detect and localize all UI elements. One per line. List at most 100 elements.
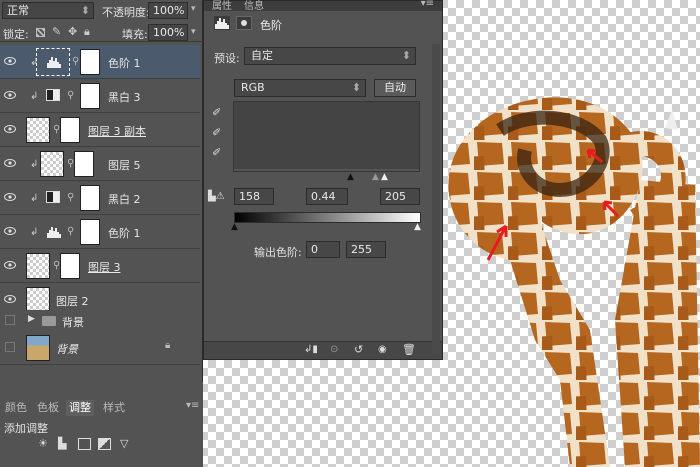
- eye-icon[interactable]: [4, 191, 16, 203]
- mask-toggle-icon[interactable]: [236, 16, 252, 30]
- input-black-field[interactable]: 158: [234, 188, 274, 205]
- channel-select[interactable]: RGB ⬍: [234, 79, 366, 97]
- preset-select[interactable]: 自定 ⬍: [244, 47, 416, 65]
- layer-thumb: [26, 117, 50, 143]
- layer-mask-thumb: [80, 185, 100, 211]
- levels-adjust-icon[interactable]: ▙: [58, 437, 66, 450]
- input-gamma-field[interactable]: 0.44: [306, 188, 348, 205]
- eye-icon[interactable]: [4, 157, 16, 169]
- chain-link-icon[interactable]: ⚲: [67, 192, 74, 203]
- chevron-down-icon[interactable]: ▾: [191, 4, 196, 14]
- input-gamma-value: 0.44: [311, 190, 336, 203]
- tab-properties[interactable]: 属性: [212, 0, 232, 12]
- layers-top-bar: 正常 ⬍ 不透明度: 100% ▾: [0, 1, 203, 21]
- input-black-slider-icon[interactable]: ▲: [347, 172, 354, 182]
- panel-menu-icon[interactable]: ▾≡: [186, 400, 199, 411]
- eye-icon[interactable]: [4, 293, 16, 305]
- output-black-slider-icon[interactable]: ▲: [231, 222, 238, 232]
- output-white-field[interactable]: 255: [346, 241, 386, 258]
- layer-row[interactable]: ↲ ⚲ 图层 5: [0, 147, 200, 181]
- eye-icon[interactable]: [4, 89, 16, 101]
- group-row[interactable]: ▶ 背景: [0, 310, 200, 332]
- layer-name: 背景: [62, 316, 84, 329]
- layer-name: 黑白 2: [108, 193, 141, 206]
- visibility-empty-box[interactable]: [5, 315, 15, 325]
- layer-row[interactable]: ↲ ⚲ 色阶 1: [0, 215, 200, 249]
- layer-row[interactable]: ⚲ 图层 3 副本: [0, 113, 200, 147]
- auto-button[interactable]: 自动: [374, 79, 416, 97]
- eye-icon[interactable]: [4, 123, 16, 135]
- lock-brush-icon[interactable]: ✎: [52, 25, 61, 38]
- opacity-value: 100%: [153, 4, 185, 17]
- exposure-icon[interactable]: [98, 438, 111, 450]
- layer-thumb: [26, 253, 50, 279]
- chevron-down-icon[interactable]: ▾: [191, 27, 196, 37]
- curves-icon[interactable]: [78, 438, 91, 450]
- black-eyedropper-icon[interactable]: ✐: [212, 106, 221, 119]
- layer-name: 图层 3: [88, 261, 121, 274]
- opacity-input[interactable]: 100%: [148, 2, 188, 19]
- layer-name: 色阶 1: [108, 227, 141, 240]
- lock-move-icon[interactable]: ✥: [68, 25, 77, 38]
- chain-link-icon[interactable]: ⚲: [72, 56, 79, 67]
- input-white-value: 205: [385, 190, 406, 203]
- disclosure-triangle-icon[interactable]: ▶: [28, 314, 35, 324]
- annotation-arrow-icon: [486, 224, 508, 261]
- white-eyedropper-icon[interactable]: ✐: [212, 146, 221, 159]
- visibility-empty-box[interactable]: [5, 342, 15, 352]
- input-white-slider-icon[interactable]: ▲: [381, 172, 388, 182]
- tab-adjustments[interactable]: 调整: [66, 400, 94, 416]
- delete-icon[interactable]: 🗑︎: [402, 343, 416, 356]
- lock-all-icon[interactable]: 🔒︎: [84, 25, 90, 39]
- layer-row[interactable]: ↲ ⚲ 黑白 2: [0, 181, 200, 215]
- input-gamma-slider-icon[interactable]: ▲: [372, 172, 379, 182]
- tab-styles[interactable]: 样式: [100, 400, 128, 416]
- layer-row[interactable]: ↲ ⚲ 黑白 3: [0, 79, 200, 113]
- fill-label: 填充:: [122, 28, 148, 41]
- gray-eyedropper-icon[interactable]: ✐: [212, 126, 221, 139]
- properties-footer: ↲▮ ⊙ ↺ ◉ 🗑︎: [204, 341, 442, 359]
- view-previous-icon[interactable]: ⊙: [330, 344, 338, 355]
- clip-to-layer-icon[interactable]: ↲▮: [304, 344, 318, 355]
- tab-info[interactable]: 信息: [244, 0, 264, 12]
- lock-label: 锁定:: [3, 28, 29, 41]
- panel-menu-icon[interactable]: ▾≡: [421, 0, 434, 9]
- fill-input[interactable]: 100%: [148, 24, 188, 41]
- eye-icon[interactable]: [4, 225, 16, 237]
- brightness-icon[interactable]: ☀: [38, 437, 48, 450]
- input-black-value: 158: [239, 190, 260, 203]
- lock-icon: 🔒︎: [165, 340, 171, 351]
- auto-button-label: 自动: [384, 81, 406, 94]
- tab-swatches[interactable]: 色板: [34, 400, 62, 416]
- output-white-slider-icon[interactable]: ▲: [414, 222, 421, 232]
- lock-transparent-icon[interactable]: [36, 28, 45, 37]
- layer-name: 图层 2: [56, 295, 89, 308]
- layer-name: 背景: [56, 343, 78, 356]
- panel-title: 色阶: [260, 19, 282, 32]
- input-white-field[interactable]: 205: [380, 188, 420, 205]
- annotation-arrow-icon: [602, 200, 620, 218]
- histogram-baseline: [234, 169, 419, 171]
- visibility-icon[interactable]: ◉: [378, 344, 387, 355]
- output-white-value: 255: [351, 243, 372, 256]
- layer-row[interactable]: ↲ ⚲ 色阶 1: [0, 45, 200, 79]
- chevron-down-icon: ⬍: [80, 4, 90, 17]
- layer-name: 图层 3 副本: [88, 125, 146, 138]
- output-black-field[interactable]: 0: [306, 241, 340, 258]
- output-gradient-bar[interactable]: [234, 212, 421, 223]
- layer-row[interactable]: 背景 🔒︎: [0, 331, 200, 365]
- levels-histogram-icon: [214, 16, 230, 30]
- properties-scrollbar[interactable]: [432, 44, 440, 354]
- chain-link-icon[interactable]: ⚲: [67, 226, 74, 237]
- chain-link-icon[interactable]: ⚲: [67, 90, 74, 101]
- reset-icon[interactable]: ↺: [354, 343, 363, 356]
- clipping-warning-icon[interactable]: ▙⚠: [208, 191, 225, 202]
- tab-color[interactable]: 颜色: [2, 400, 30, 416]
- layer-row[interactable]: ⚲ 图层 3: [0, 249, 200, 283]
- eye-icon[interactable]: [4, 55, 16, 67]
- layer-thumb: [40, 151, 64, 177]
- eye-icon[interactable]: [4, 259, 16, 271]
- blend-mode-select[interactable]: 正常 ⬍: [2, 2, 94, 19]
- layer-mask-thumb: [80, 49, 100, 75]
- vibrance-icon[interactable]: ▽: [120, 437, 128, 450]
